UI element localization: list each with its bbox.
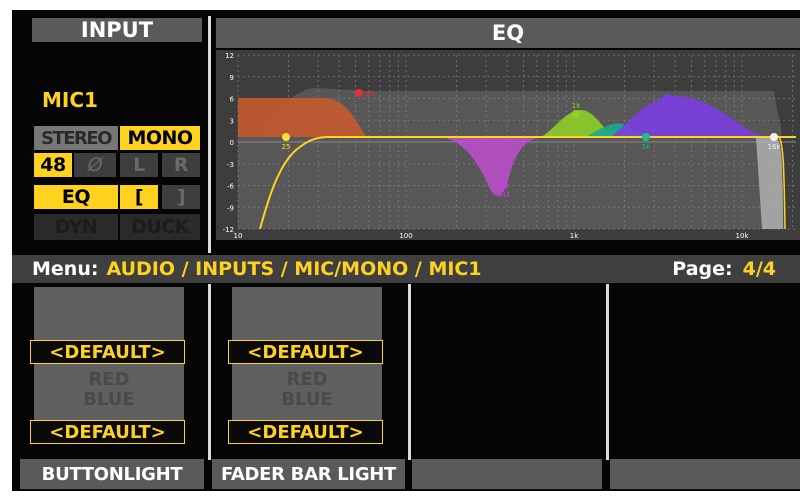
eq-band-label: 16k — [768, 143, 782, 151]
eq-button[interactable]: EQ — [34, 185, 118, 209]
eq-graph[interactable]: 12 9 6 3 0 -3 -6 -9 -12 10 100 1k 10k 25 80 345 1k 5k 16k — [216, 50, 800, 240]
button-light-option-red: RED — [88, 369, 130, 390]
y-tick-label: -6 — [227, 183, 235, 191]
y-tick-label: 6 — [230, 96, 235, 104]
x-tick-label: 1k — [570, 232, 579, 240]
eq-band-node[interactable] — [642, 133, 650, 141]
y-tick-label: -9 — [227, 204, 234, 212]
fader-bar-light-label: FADER BAR LIGHT — [212, 459, 405, 489]
mono-button[interactable]: MONO — [120, 126, 200, 150]
fader-bar-light-top-selector[interactable]: <DEFAULT> — [228, 340, 383, 364]
dyn-button[interactable]: DYN — [34, 214, 118, 240]
bracket-close-button[interactable]: ] — [162, 185, 200, 209]
x-tick-label: 100 — [399, 232, 412, 240]
header-divider — [208, 16, 211, 253]
phantom-power-button[interactable]: 48 — [34, 153, 72, 177]
eq-band-label: 345 — [497, 191, 510, 199]
button-light-option-blue: BLUE — [83, 389, 135, 410]
eq-band-node[interactable] — [663, 94, 671, 102]
fader-bar-light-bottom-selector[interactable]: <DEFAULT> — [228, 420, 383, 444]
slot-divider-3 — [606, 284, 609, 460]
mixer-screen: INPUT EQ MIC1 STEREO MONO 48 Ø L R EQ [ … — [12, 10, 800, 491]
button-light-top-selector[interactable]: <DEFAULT> — [30, 340, 185, 364]
button-light-slot: <DEFAULT> RED BLUE <DEFAULT> — [24, 287, 218, 459]
x-tick-label: 10 — [234, 232, 243, 240]
y-tick-label: -3 — [227, 161, 234, 169]
empty-slot-label-3 — [412, 459, 602, 489]
eq-band-node[interactable] — [355, 89, 363, 97]
button-light-label: BUTTONLIGHT — [20, 459, 204, 489]
eq-band-node[interactable] — [500, 181, 508, 189]
eq-band-label: 80 — [365, 90, 374, 98]
y-tick-label: 9 — [230, 74, 234, 82]
x-tick-label: 10k — [736, 232, 750, 240]
menu-bar: Menu: AUDIO / INPUTS / MIC/MONO / MIC1 P… — [12, 255, 800, 283]
y-tick-label: 3 — [230, 117, 234, 125]
right-button[interactable]: R — [162, 153, 200, 177]
y-tick-label: -12 — [223, 226, 234, 234]
phase-invert-button[interactable]: Ø — [74, 153, 116, 177]
eq-header: EQ — [216, 18, 800, 48]
fader-bar-light-option-blue: BLUE — [281, 389, 333, 410]
button-light-bottom-selector[interactable]: <DEFAULT> — [30, 420, 185, 444]
eq-band-label: 25 — [282, 143, 291, 151]
eq-band-label: 1k — [572, 102, 581, 110]
eq-band-label: 5k — [642, 143, 651, 151]
page-label: Page: — [672, 258, 733, 280]
eq-band-node[interactable] — [770, 133, 778, 141]
y-tick-label: 0 — [230, 139, 234, 147]
bracket-open-button[interactable]: [ — [120, 185, 158, 209]
fader-bar-light-slot: <DEFAULT> RED BLUE <DEFAULT> — [222, 287, 416, 459]
page-value: 4/4 — [742, 258, 776, 280]
y-tick-label: 12 — [225, 52, 234, 60]
left-button[interactable]: L — [120, 153, 158, 177]
eq-band-node[interactable] — [282, 133, 290, 141]
input-header: INPUT — [32, 18, 202, 42]
channel-name: MIC1 — [42, 88, 98, 112]
stereo-button[interactable]: STEREO — [34, 126, 118, 150]
eq-band-node[interactable] — [572, 110, 580, 118]
duck-button[interactable]: DUCK — [120, 214, 200, 240]
menu-path[interactable]: AUDIO / INPUTS / MIC/MONO / MIC1 — [106, 258, 481, 280]
menu-label: Menu: — [32, 258, 99, 280]
fader-bar-light-option-red: RED — [286, 369, 328, 390]
empty-slot-label-4 — [610, 459, 800, 489]
